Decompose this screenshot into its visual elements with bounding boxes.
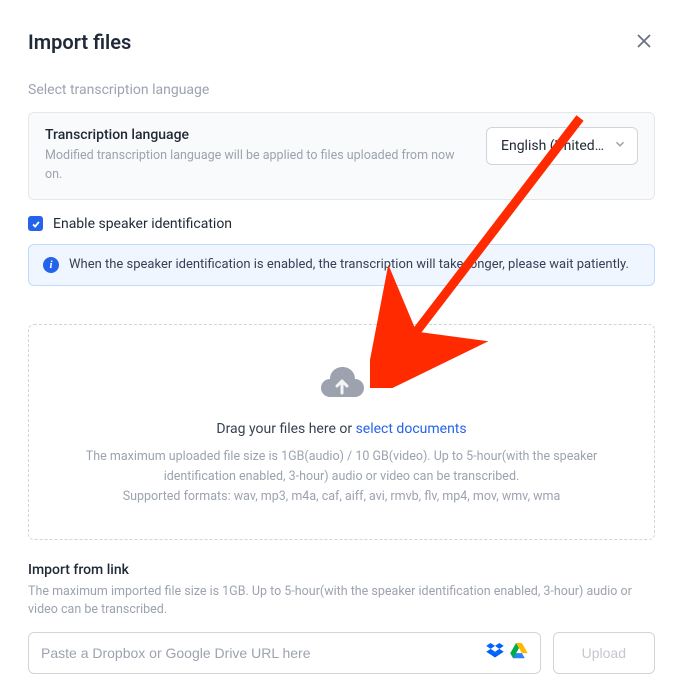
import-link-desc: The maximum imported file size is 1GB. U…	[28, 583, 655, 621]
chevron-down-icon	[613, 137, 627, 155]
dropbox-icon	[486, 643, 504, 663]
url-input[interactable]	[41, 645, 486, 661]
language-select-value: English (United …	[501, 138, 605, 154]
language-desc: Modified transcription language will be …	[45, 147, 468, 185]
language-select[interactable]: English (United …	[486, 127, 638, 165]
info-text: When the speaker identification is enabl…	[69, 257, 629, 272]
speaker-id-label: Enable speaker identification	[53, 216, 232, 232]
dropzone-formats-desc: Supported formats: wav, mp3, m4a, caf, a…	[49, 487, 634, 507]
close-icon	[637, 34, 651, 48]
file-dropzone[interactable]: Drag your files here or select documents…	[28, 324, 655, 540]
speaker-id-checkbox[interactable]	[28, 216, 43, 231]
import-link-title: Import from link	[28, 562, 655, 578]
section-label: Select transcription language	[28, 82, 655, 98]
close-button[interactable]	[633, 28, 655, 56]
cloud-upload-icon	[49, 363, 634, 403]
language-box: Transcription language Modified transcri…	[28, 112, 655, 200]
dropzone-text: Drag your files here or select documents	[49, 421, 634, 437]
upload-button[interactable]: Upload	[553, 632, 655, 674]
page-title: Import files	[28, 30, 131, 54]
url-input-container	[28, 632, 541, 674]
language-title: Transcription language	[45, 127, 468, 143]
info-banner: i When the speaker identification is ena…	[28, 244, 655, 286]
dropzone-max-desc: The maximum uploaded file size is 1GB(au…	[49, 447, 634, 487]
google-drive-icon	[510, 643, 528, 663]
select-documents-link[interactable]: select documents	[356, 421, 467, 437]
info-icon: i	[43, 257, 59, 273]
